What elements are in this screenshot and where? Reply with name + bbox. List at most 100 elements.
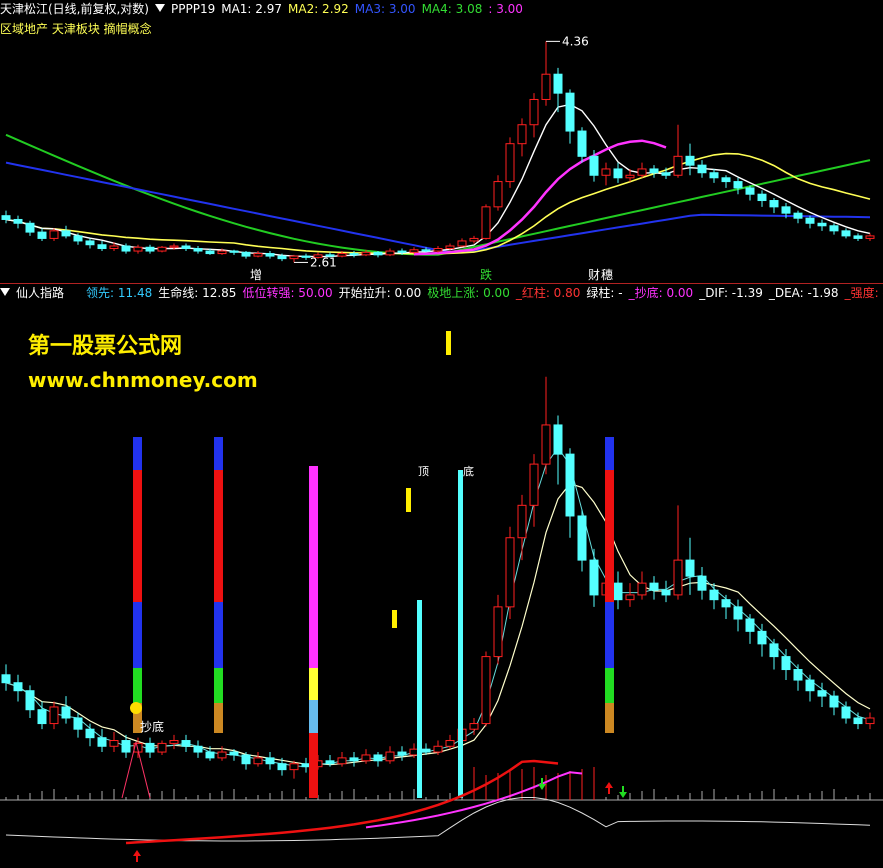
down-arrow-icon bbox=[538, 778, 546, 790]
price-candle-body bbox=[553, 73, 563, 94]
price-candle-body bbox=[73, 235, 83, 242]
indicator-candle-body bbox=[409, 748, 419, 756]
price-candle-body bbox=[601, 168, 611, 176]
indicator-candle-body bbox=[469, 723, 479, 730]
price-candle-body bbox=[445, 245, 455, 250]
indicator-candle-body bbox=[49, 706, 59, 725]
indicator-candle-body bbox=[553, 424, 563, 455]
indicator-candle-body bbox=[805, 679, 815, 692]
indicator-candle-body bbox=[493, 606, 503, 658]
signal-bar-2 bbox=[214, 470, 223, 602]
price-candle-body bbox=[697, 164, 707, 174]
down-arrow-icon bbox=[619, 786, 627, 798]
indicator-candle-body bbox=[853, 717, 863, 725]
indicator-candle-body bbox=[721, 599, 731, 608]
price-candle-body bbox=[169, 245, 179, 248]
indicator-candle-body bbox=[181, 740, 191, 747]
indicator-candle-body bbox=[757, 630, 767, 645]
signal-bar-2 bbox=[214, 602, 223, 668]
annotation-label-1: 顶 bbox=[418, 465, 429, 478]
signal-bar-1 bbox=[133, 602, 142, 668]
price-candle-body bbox=[517, 124, 527, 145]
indicator-candle-body bbox=[841, 706, 851, 719]
price-candle-body bbox=[853, 235, 863, 239]
indicator-candle-body bbox=[661, 589, 671, 596]
price-candle-body bbox=[589, 155, 599, 176]
price-candle-body bbox=[109, 245, 119, 250]
marker-label-4: 穗 bbox=[601, 268, 613, 282]
indicator-candle-body bbox=[589, 559, 599, 596]
indicator-candle-body bbox=[301, 763, 311, 768]
price-candle-body bbox=[613, 168, 623, 179]
price-candle-body bbox=[577, 130, 587, 157]
signal-bar-4 bbox=[309, 700, 318, 733]
indicator-candle-body bbox=[445, 740, 455, 747]
indicator-candle-body bbox=[37, 709, 47, 725]
indicator-candle-body bbox=[277, 763, 287, 771]
up-arrow-icon bbox=[605, 782, 613, 794]
price-candle-body bbox=[469, 237, 479, 242]
indicator-candle-body bbox=[685, 559, 695, 577]
indicator-candle-body bbox=[325, 760, 335, 765]
signal-bar-3 bbox=[605, 437, 614, 470]
signal-bar-3 bbox=[605, 703, 614, 733]
price-candle-body bbox=[337, 253, 347, 257]
price-candle-body bbox=[421, 249, 431, 252]
indicator-candle-body bbox=[541, 424, 551, 465]
indicator-candle-body bbox=[85, 728, 95, 739]
indicator-candle-body bbox=[73, 717, 83, 730]
indicator-candle-body bbox=[865, 717, 875, 725]
price-candle-body bbox=[709, 172, 719, 179]
indicator-candle-body bbox=[61, 706, 71, 719]
indicator-candle-body bbox=[829, 695, 839, 708]
price-candle-body bbox=[1, 215, 11, 220]
indicator-candle-body bbox=[361, 754, 371, 762]
price-candle-body bbox=[277, 255, 287, 260]
price-candle-body bbox=[457, 240, 467, 247]
price-candle-body bbox=[673, 155, 683, 176]
price-candle-body bbox=[25, 222, 35, 233]
signal-bar-3 bbox=[605, 602, 614, 668]
indicator-candle-body bbox=[13, 682, 23, 692]
indicator-candle-body bbox=[613, 582, 623, 601]
price-candle-body bbox=[85, 240, 95, 246]
yellow-marker-2 bbox=[406, 488, 411, 512]
indicator-candle-body bbox=[433, 745, 443, 753]
up-arrow-icon bbox=[133, 850, 141, 862]
indicator-candle-body bbox=[145, 742, 155, 753]
indicator-candle-body bbox=[217, 751, 227, 759]
indicator-candle-body bbox=[121, 740, 131, 753]
indicator-candle-body bbox=[193, 745, 203, 753]
cyan-signal-bar-2 bbox=[458, 470, 463, 798]
indicator-candle-body bbox=[421, 748, 431, 753]
price-candle-body bbox=[181, 245, 191, 250]
watermark-line1: 第一股票公式网 bbox=[28, 334, 183, 359]
price-candle-body bbox=[433, 248, 443, 252]
indicator-candle-body bbox=[169, 740, 179, 744]
indicator-candle-body bbox=[481, 656, 491, 725]
sad-face-icon bbox=[130, 702, 142, 714]
ma1-line bbox=[5, 103, 871, 258]
price-candle-body bbox=[49, 230, 59, 239]
indicator-candle-body bbox=[241, 754, 251, 765]
price-candle-body bbox=[565, 92, 575, 132]
indicator-candle-body bbox=[205, 751, 215, 759]
price-candle-body bbox=[529, 98, 539, 126]
high-price-label: 4.36 bbox=[562, 34, 589, 48]
price-candle-body bbox=[493, 181, 503, 208]
ma5-line bbox=[413, 139, 667, 256]
price-candle-body bbox=[409, 249, 419, 253]
yellow-marker-3 bbox=[392, 610, 397, 628]
chart-canvas[interactable]: 4.36 2.61 增 跌 财穗抄底 顶 底 bbox=[0, 0, 883, 868]
ma4-line bbox=[5, 133, 871, 256]
price-candle-body bbox=[397, 250, 407, 253]
price-candle-body bbox=[637, 168, 647, 176]
indicator-candle-body bbox=[745, 618, 755, 632]
price-candle-body bbox=[661, 172, 671, 176]
indicator-candle-body bbox=[505, 537, 515, 608]
price-candle-body bbox=[505, 143, 515, 183]
indicator-candle-body bbox=[709, 589, 719, 601]
indicator-candle-body bbox=[157, 742, 167, 753]
marker-label-3: 财 bbox=[588, 268, 600, 282]
price-candle-body bbox=[361, 251, 371, 256]
